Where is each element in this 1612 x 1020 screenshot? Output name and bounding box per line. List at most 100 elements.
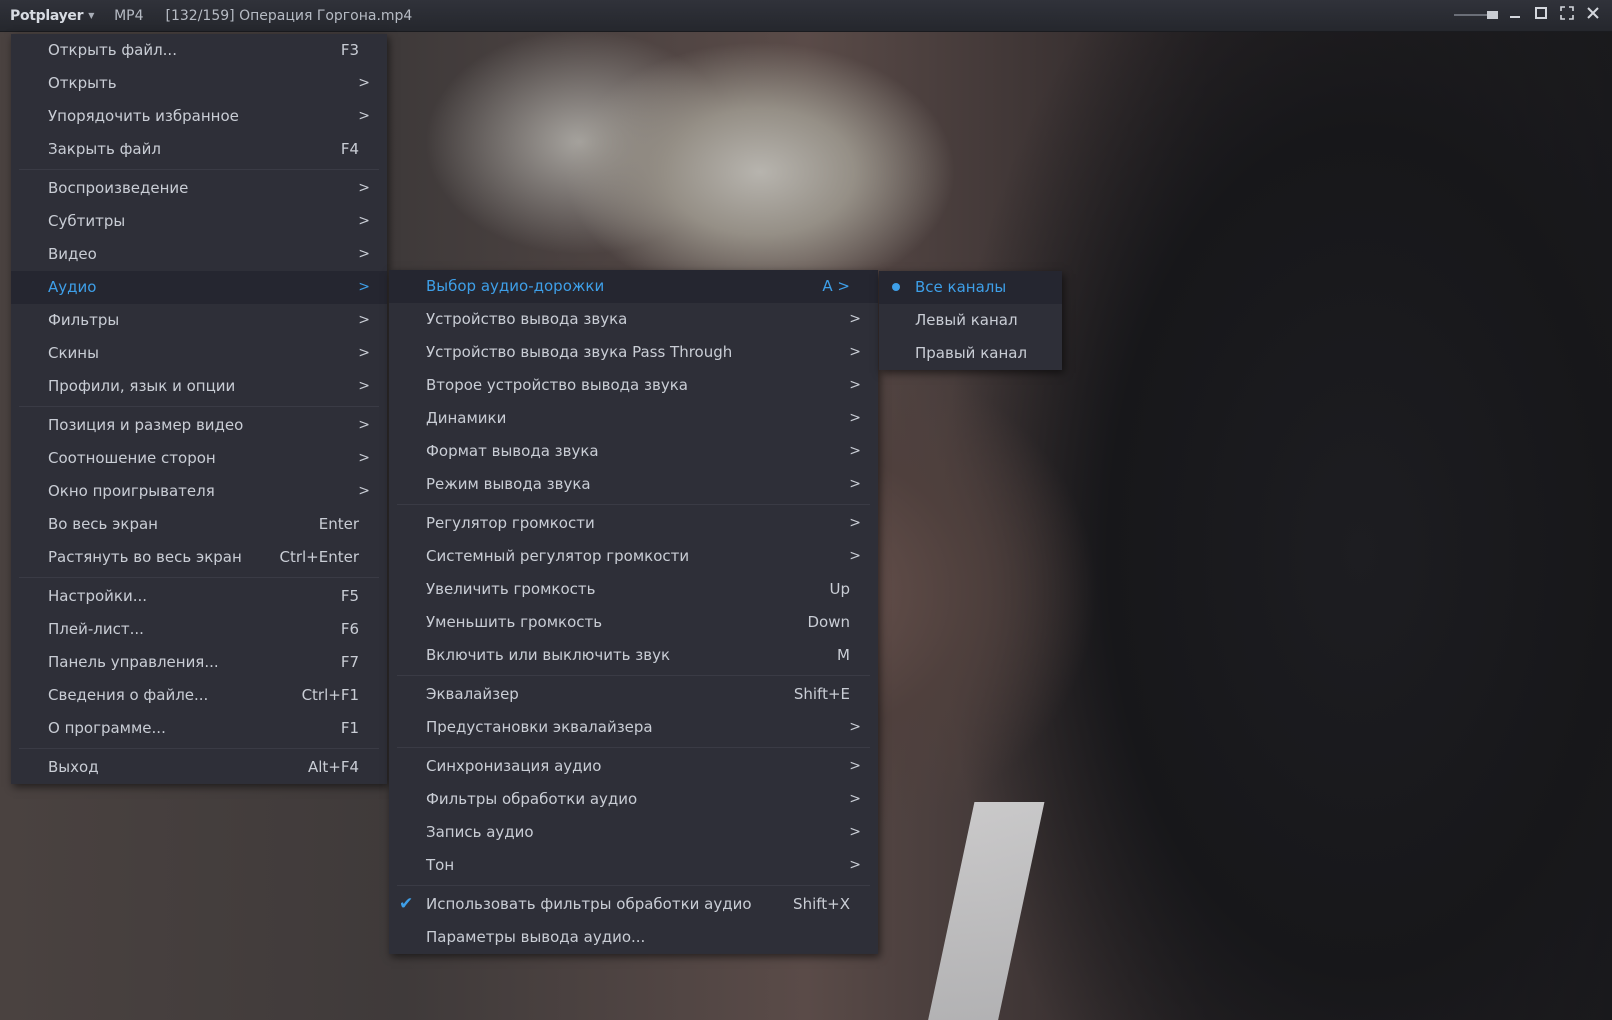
- main-menu-item[interactable]: Настройки... F5: [11, 580, 387, 613]
- audio-menu-item[interactable]: Устройство вывода звука Pass Through >: [389, 336, 878, 369]
- menu-item-shortcut: Ctrl+Enter: [279, 548, 359, 566]
- channel-menu-item[interactable]: Левый канал: [879, 304, 1062, 337]
- menu-item-label: Окно проигрывателя: [48, 482, 215, 500]
- submenu-arrow-icon: >: [849, 344, 861, 360]
- main-menu-item[interactable]: Во весь экран Enter: [11, 508, 387, 541]
- submenu-arrow-icon: >: [358, 378, 370, 394]
- main-menu-item[interactable]: Открыть >: [11, 67, 387, 100]
- app-brand: Potplayer: [10, 7, 84, 24]
- menu-item-label: Открыть: [48, 74, 117, 92]
- menu-item-shortcut: M: [837, 646, 850, 664]
- menu-item-label: Эквалайзер: [426, 685, 519, 703]
- audio-menu-item[interactable]: Регулятор громкости >: [389, 507, 878, 540]
- audio-menu-item[interactable]: Системный регулятор громкости >: [389, 540, 878, 573]
- menu-item-label: Выбор аудио-дорожки: [426, 277, 605, 295]
- submenu-arrow-icon: >: [849, 377, 861, 393]
- audio-menu-item[interactable]: Фильтры обработки аудио >: [389, 783, 878, 816]
- main-menu-item[interactable]: Соотношение сторон >: [11, 442, 387, 475]
- submenu-arrow-icon: >: [849, 548, 861, 564]
- audio-menu-item[interactable]: Устройство вывода звука >: [389, 303, 878, 336]
- audio-menu-item[interactable]: Тон >: [389, 849, 878, 882]
- submenu-arrow-icon: >: [358, 312, 370, 328]
- submenu-arrow-icon: >: [358, 345, 370, 361]
- menu-item-label: Правый канал: [915, 344, 1028, 362]
- audio-menu-item[interactable]: Формат вывода звука >: [389, 435, 878, 468]
- main-menu-item[interactable]: Растянуть во весь экран Ctrl+Enter: [11, 541, 387, 574]
- app-menu-button[interactable]: Potplayer ▼: [10, 8, 94, 24]
- main-menu-item[interactable]: Выход Alt+F4: [11, 751, 387, 784]
- main-menu-item[interactable]: Открыть файл... F3: [11, 34, 387, 67]
- main-menu-item[interactable]: Фильтры >: [11, 304, 387, 337]
- main-menu-item[interactable]: Панель управления... F7: [11, 646, 387, 679]
- menu-item-label: Формат вывода звука: [426, 442, 599, 460]
- audio-menu-item[interactable]: Уменьшить громкость Down: [389, 606, 878, 639]
- menu-item-shortcut: Shift+E: [793, 685, 850, 703]
- main-menu-item[interactable]: О программе... F1: [11, 712, 387, 745]
- radio-selected-icon: [892, 283, 900, 291]
- audio-menu-item[interactable]: Синхронизация аудио >: [389, 750, 878, 783]
- submenu-arrow-icon: >: [849, 476, 861, 492]
- minimize-icon[interactable]: [1506, 6, 1524, 24]
- context-menu-audio-channels: Все каналы Левый канал Правый канал: [879, 271, 1062, 370]
- main-menu-item[interactable]: Закрыть файл F4: [11, 133, 387, 166]
- main-menu-item[interactable]: Плей-лист... F6: [11, 613, 387, 646]
- menu-item-label: Предустановки эквалайзера: [426, 718, 653, 736]
- menu-item-label: Уменьшить громкость: [426, 613, 603, 631]
- submenu-arrow-icon: >: [358, 108, 370, 124]
- video-content: [925, 802, 1045, 1020]
- main-menu-item[interactable]: Упорядочить избранное >: [11, 100, 387, 133]
- menu-item-label: Устройство вывода звука Pass Through: [426, 343, 733, 361]
- audio-menu-item[interactable]: Эквалайзер Shift+E: [389, 678, 878, 711]
- submenu-arrow-icon: >: [849, 758, 861, 774]
- audio-menu-item[interactable]: Динамики >: [389, 402, 878, 435]
- context-menu-main: Открыть файл... F3 Открыть > Упорядочить изб…: [11, 34, 387, 784]
- menu-item-label: Регулятор громкости: [426, 514, 595, 532]
- fullscreen-icon[interactable]: [1558, 6, 1576, 24]
- menu-item-label: Режим вывода звука: [426, 475, 591, 493]
- audio-menu-item[interactable]: Предустановки эквалайзера >: [389, 711, 878, 744]
- audio-menu-item[interactable]: ✔ Использовать фильтры обработки аудио Shi…: [389, 888, 878, 921]
- audio-menu-item[interactable]: Увеличить громкость Up: [389, 573, 878, 606]
- audio-menu-item[interactable]: Запись аудио >: [389, 816, 878, 849]
- main-menu-item[interactable]: Субтитры >: [11, 205, 387, 238]
- menu-item-shortcut: F4: [340, 140, 359, 158]
- menu-item-shortcut: Down: [807, 613, 850, 631]
- channel-menu-item[interactable]: Все каналы: [879, 271, 1062, 304]
- main-menu-item[interactable]: Видео >: [11, 238, 387, 271]
- window-title: [132/159] Операция Горгона.mp4: [165, 7, 413, 24]
- submenu-arrow-icon: >: [358, 450, 370, 466]
- menu-item-label: Плей-лист...: [48, 620, 144, 638]
- submenu-arrow-icon: >: [358, 483, 370, 499]
- menu-item-label: Сведения о файле...: [48, 686, 209, 704]
- maximize-icon[interactable]: [1532, 6, 1550, 24]
- audio-menu-item[interactable]: Включить или выключить звук M: [389, 639, 878, 672]
- audio-menu-item[interactable]: Второе устройство вывода звука >: [389, 369, 878, 402]
- main-menu-item[interactable]: Воспроизведение >: [11, 172, 387, 205]
- main-menu-item[interactable]: Аудио >: [11, 271, 387, 304]
- main-menu-item[interactable]: Окно проигрывателя >: [11, 475, 387, 508]
- menu-item-shortcut: F5: [340, 587, 359, 605]
- menu-item-shortcut: Shift+X: [793, 895, 850, 913]
- submenu-arrow-icon: >: [358, 213, 370, 229]
- main-menu-item[interactable]: Профили, язык и опции >: [11, 370, 387, 403]
- menu-item-shortcut: Ctrl+F1: [301, 686, 359, 704]
- main-menu-item[interactable]: Сведения о файле... Ctrl+F1: [11, 679, 387, 712]
- menu-item-shortcut: F3: [340, 41, 359, 59]
- main-menu-item[interactable]: Позиция и размер видео >: [11, 409, 387, 442]
- volume-slider[interactable]: [1454, 8, 1498, 22]
- close-icon[interactable]: [1584, 6, 1602, 24]
- menu-item-label: О программе...: [48, 719, 166, 737]
- audio-menu-item[interactable]: Параметры вывода аудио...: [389, 921, 878, 954]
- channel-menu-item[interactable]: Правый канал: [879, 337, 1062, 370]
- title-bar: Potplayer ▼ MP4 [132/159] Операция Горго…: [0, 0, 1612, 32]
- audio-menu-item[interactable]: Выбор аудио-дорожки A >: [389, 270, 878, 303]
- context-menu-audio: Выбор аудио-дорожки A > Устройство вывода …: [389, 270, 878, 954]
- window-controls: [1454, 6, 1602, 24]
- menu-item-label: Запись аудио: [426, 823, 534, 841]
- submenu-arrow-icon: >: [849, 824, 861, 840]
- audio-menu-item[interactable]: Режим вывода звука >: [389, 468, 878, 501]
- menu-item-label: Растянуть во весь экран: [48, 548, 242, 566]
- main-menu-item[interactable]: Скины >: [11, 337, 387, 370]
- menu-item-label: Фильтры обработки аудио: [426, 790, 638, 808]
- submenu-arrow-icon: >: [358, 279, 370, 295]
